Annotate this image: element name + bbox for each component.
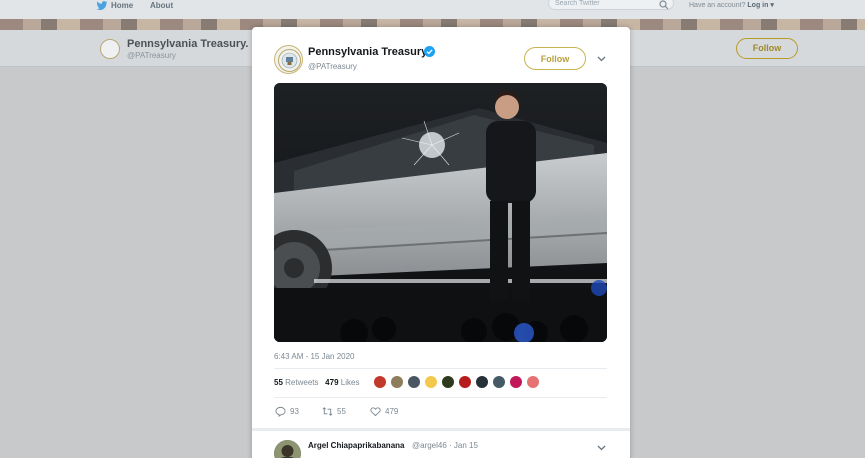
reply-action[interactable]: 93	[275, 406, 299, 417]
retweets-label[interactable]: Retweets	[285, 378, 318, 387]
retweets-count[interactable]: 55	[274, 378, 283, 387]
liker-avatars	[373, 375, 540, 389]
retweet-action[interactable]: 55	[322, 406, 346, 417]
top-navigation: Home About Search Twitter Have an accoun…	[0, 0, 865, 19]
like-action[interactable]: 479	[370, 406, 398, 417]
account-prompt-text: Have an account?	[689, 2, 746, 9]
profile-handle[interactable]: @PATreasury	[127, 51, 176, 60]
liker-avatar[interactable]	[373, 375, 387, 389]
author-avatar[interactable]	[274, 45, 303, 74]
cybertruck-photo-illustration	[274, 83, 607, 342]
profile-avatar[interactable]	[100, 39, 120, 59]
divider	[274, 397, 607, 398]
profile-name[interactable]: Pennsylvania Treasury.	[127, 38, 248, 50]
retweet-icon	[322, 407, 333, 416]
liker-avatar[interactable]	[441, 375, 455, 389]
login-caret-icon[interactable]: ▾	[770, 2, 774, 9]
reply-author-name[interactable]: Argel Chiapaprikabanana	[308, 441, 404, 450]
retweet-count: 55	[337, 407, 346, 416]
likes-count[interactable]: 479	[325, 378, 338, 387]
search-placeholder: Search Twitter	[555, 0, 600, 7]
search-input[interactable]: Search Twitter	[548, 0, 674, 10]
follow-button[interactable]: Follow	[524, 47, 586, 70]
reply-author-avatar[interactable]	[274, 440, 301, 458]
liker-avatar[interactable]	[458, 375, 472, 389]
reply-handle-time[interactable]: @argel46 · Jan 15	[412, 441, 478, 450]
liker-avatar[interactable]	[407, 375, 421, 389]
chevron-down-icon[interactable]	[597, 445, 606, 451]
twitter-bird-icon[interactable]	[96, 1, 108, 11]
chevron-down-icon[interactable]	[597, 56, 606, 62]
author-handle[interactable]: @PATreasury	[308, 62, 357, 71]
account-prompt: Have an account? Log in ▾	[689, 1, 774, 9]
heart-icon	[370, 407, 381, 417]
search-icon[interactable]	[659, 0, 669, 10]
liker-avatar[interactable]	[492, 375, 506, 389]
tweet-timestamp[interactable]: 6:43 AM - 15 Jan 2020	[274, 352, 355, 361]
likes-label[interactable]: Likes	[341, 378, 360, 387]
divider	[274, 368, 607, 369]
reply-count: 93	[290, 407, 299, 416]
login-link[interactable]: Log in	[747, 2, 768, 9]
nav-about-link[interactable]: About	[150, 1, 173, 10]
tweet-modal: Pennsylvania Treasury. @PATreasury Follo…	[252, 27, 630, 458]
section-divider	[252, 428, 630, 431]
liker-avatar[interactable]	[509, 375, 523, 389]
tweet-photo[interactable]	[274, 83, 607, 342]
liker-avatar[interactable]	[526, 375, 540, 389]
like-count: 479	[385, 407, 399, 416]
liker-avatar[interactable]	[390, 375, 404, 389]
liker-avatar[interactable]	[475, 375, 489, 389]
treasury-seal-icon	[278, 49, 301, 72]
verified-badge-icon	[424, 46, 435, 57]
author-name[interactable]: Pennsylvania Treasury.	[308, 46, 429, 58]
tweet-stats: 55 Retweets 479 Likes	[274, 378, 359, 387]
nav-home-link[interactable]: Home	[111, 1, 133, 10]
reply-avatar-illustration	[274, 440, 301, 458]
reply-icon	[275, 406, 286, 417]
liker-avatar[interactable]	[424, 375, 438, 389]
profile-follow-button[interactable]: Follow	[736, 38, 798, 59]
